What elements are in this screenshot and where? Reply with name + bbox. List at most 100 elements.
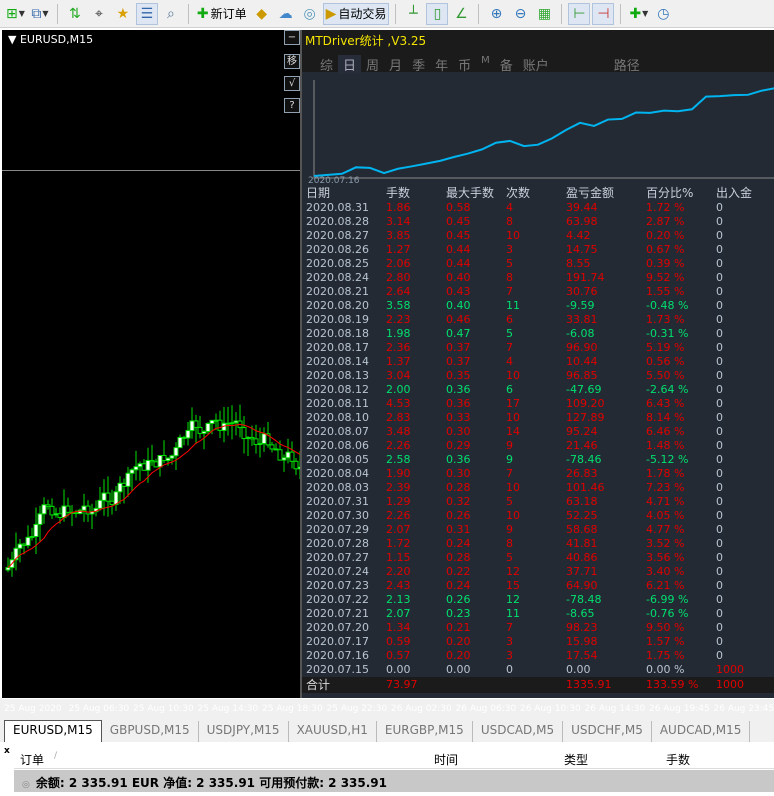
- time-tick: 25 Aug 18:30: [262, 704, 323, 714]
- new-order-button[interactable]: ✚ 新订单: [195, 3, 249, 25]
- cell: 0.46: [446, 313, 471, 326]
- col-lots[interactable]: 手数: [666, 751, 690, 768]
- chart-shift-button[interactable]: ⊣: [592, 2, 615, 25]
- candle-body: [289, 451, 295, 462]
- cell: 64.90: [566, 579, 598, 592]
- chart-tab[interactable]: USDCHF,M5: [563, 721, 652, 742]
- cell: 2.00: [386, 383, 411, 396]
- chart-tab[interactable]: GBPUSD,M15: [102, 721, 199, 742]
- crosshair-button[interactable]: ⌖: [88, 3, 110, 25]
- candle-body: [145, 459, 151, 471]
- cell: 2020.07.16: [306, 649, 369, 662]
- cell: 10: [506, 369, 520, 382]
- tile-icon: ▦: [537, 5, 552, 22]
- cell: 96.85: [566, 369, 598, 382]
- cell: 2020.07.20: [306, 621, 369, 634]
- candle-body: [229, 422, 235, 425]
- chart-tab[interactable]: EURGBP,M15: [377, 721, 473, 742]
- col-time[interactable]: 时间: [434, 751, 458, 768]
- indicators-button[interactable]: ✚ ▼: [627, 3, 650, 25]
- close-terminal-button[interactable]: x: [4, 746, 10, 756]
- metaeditor-button[interactable]: ◆: [251, 3, 273, 25]
- vps-button[interactable]: ◎: [299, 3, 321, 25]
- terminal-header: 订单 / 时间 类型 手数: [14, 747, 774, 769]
- cell: 0.40: [446, 271, 471, 284]
- cell: 4: [506, 201, 513, 214]
- chart-tab[interactable]: USDJPY,M15: [199, 721, 289, 742]
- cell: 0.00: [446, 663, 471, 676]
- cell: 5: [506, 495, 513, 508]
- signals-button[interactable]: ☁: [275, 3, 297, 25]
- market-watch-button[interactable]: ⇅: [64, 3, 86, 25]
- table-row: 2020.07.24 2.20 0.22 12 37.71 3.40 % 0: [302, 565, 774, 579]
- cell: 1.73 %: [646, 313, 685, 326]
- col-type[interactable]: 类型: [564, 751, 588, 768]
- candle-body: [53, 513, 59, 516]
- line-chart-button[interactable]: ∠: [450, 3, 472, 25]
- candle-body: [81, 505, 87, 511]
- cell: 0.00 %: [646, 663, 685, 676]
- cell: 7: [506, 467, 513, 480]
- navigator-button[interactable]: ★: [112, 3, 134, 25]
- new-chart-button[interactable]: ⊞ ▼: [4, 3, 27, 25]
- cell: 0: [716, 537, 723, 550]
- total-row: 合计 73.97 1335.91 133.59 % 1000: [302, 677, 774, 693]
- cell: 2.83: [386, 411, 411, 424]
- minimize-panel-button[interactable]: −: [284, 30, 300, 45]
- equity-axes: [313, 80, 774, 179]
- cell: 0.26: [446, 509, 471, 522]
- cell: 2020.08.17: [306, 341, 369, 354]
- bar-chart-button[interactable]: ┴: [402, 3, 424, 25]
- horizontal-line[interactable]: [2, 170, 300, 171]
- periods-button[interactable]: ◷: [652, 3, 674, 25]
- candle-body: [185, 430, 191, 439]
- cell: 0.43: [446, 285, 471, 298]
- time-tick: 26 Aug 19:45: [649, 704, 710, 714]
- move-panel-button[interactable]: 移: [284, 54, 300, 69]
- candlestick-button[interactable]: ▯: [426, 2, 449, 25]
- time-tick: 26 Aug 02:30: [391, 704, 452, 714]
- tester-button[interactable]: ⌕: [160, 3, 182, 25]
- cell: 58.68: [566, 523, 598, 536]
- terminal-button[interactable]: ☰: [135, 2, 158, 25]
- dropdown-icon[interactable]: ▼: [8, 33, 16, 46]
- chart-tab[interactable]: XAUUSD,H1: [289, 721, 377, 742]
- cell: 9.52 %: [646, 271, 685, 284]
- balance-row[interactable]: ◎ 余额: 2 335.91 EUR 净值: 2 335.91 可用预付款: 2 …: [14, 770, 774, 792]
- terminal-icon: ☰: [140, 5, 154, 22]
- tile-windows-button[interactable]: ▦: [533, 3, 555, 25]
- confirm-button[interactable]: √: [284, 76, 300, 91]
- bar-chart-icon: ┴: [409, 5, 418, 22]
- cell: 2020.07.24: [306, 565, 369, 578]
- candle-body: [245, 436, 251, 440]
- terminal-panel: x 订单 / 时间 类型 手数 ◎ 余额: 2 335.91 EUR 净值: 2 …: [0, 742, 774, 796]
- auto-trade-button[interactable]: ▶ 自动交易: [322, 2, 390, 25]
- candle-body: [205, 423, 211, 432]
- cell: 0: [716, 551, 723, 564]
- cell: 11: [506, 299, 520, 312]
- chart-tab[interactable]: EURUSD,M15: [4, 720, 102, 742]
- zoom-out-button[interactable]: ⊖: [509, 3, 531, 25]
- cell: 101.46: [566, 481, 605, 494]
- cell: 2020.08.07: [306, 425, 369, 438]
- cell: 41.81: [566, 537, 598, 550]
- crosshair-icon: ⌖: [94, 5, 103, 22]
- profiles-button[interactable]: ⧉ ▼: [29, 3, 51, 25]
- help-button[interactable]: ?: [284, 98, 300, 113]
- table-row: 2020.08.28 3.14 0.45 8 63.98 2.87 % 0: [302, 215, 774, 229]
- chart-tab[interactable]: AUDCAD,M15: [652, 721, 751, 742]
- cell: 2020.07.30: [306, 509, 369, 522]
- chart-window[interactable]: ▼ EURUSD,M15 − 移 √ ? MTDriver统计 ,V3.25 综…: [0, 28, 774, 714]
- cell: 1.15: [386, 551, 411, 564]
- col-order[interactable]: 订单: [20, 751, 44, 768]
- line-chart-icon: ∠: [455, 5, 468, 22]
- candle-body: [253, 438, 259, 446]
- chart-tab[interactable]: USDCAD,M5: [473, 721, 564, 742]
- autoscroll-button[interactable]: ⊢: [568, 2, 591, 25]
- cell: 2020.08.24: [306, 271, 369, 284]
- cell: 3.40 %: [646, 565, 685, 578]
- zoom-in-button[interactable]: ⊕: [485, 3, 507, 25]
- cell: 2020.08.21: [306, 285, 369, 298]
- cell: 2020.08.03: [306, 481, 369, 494]
- cell: -2.64 %: [646, 383, 689, 396]
